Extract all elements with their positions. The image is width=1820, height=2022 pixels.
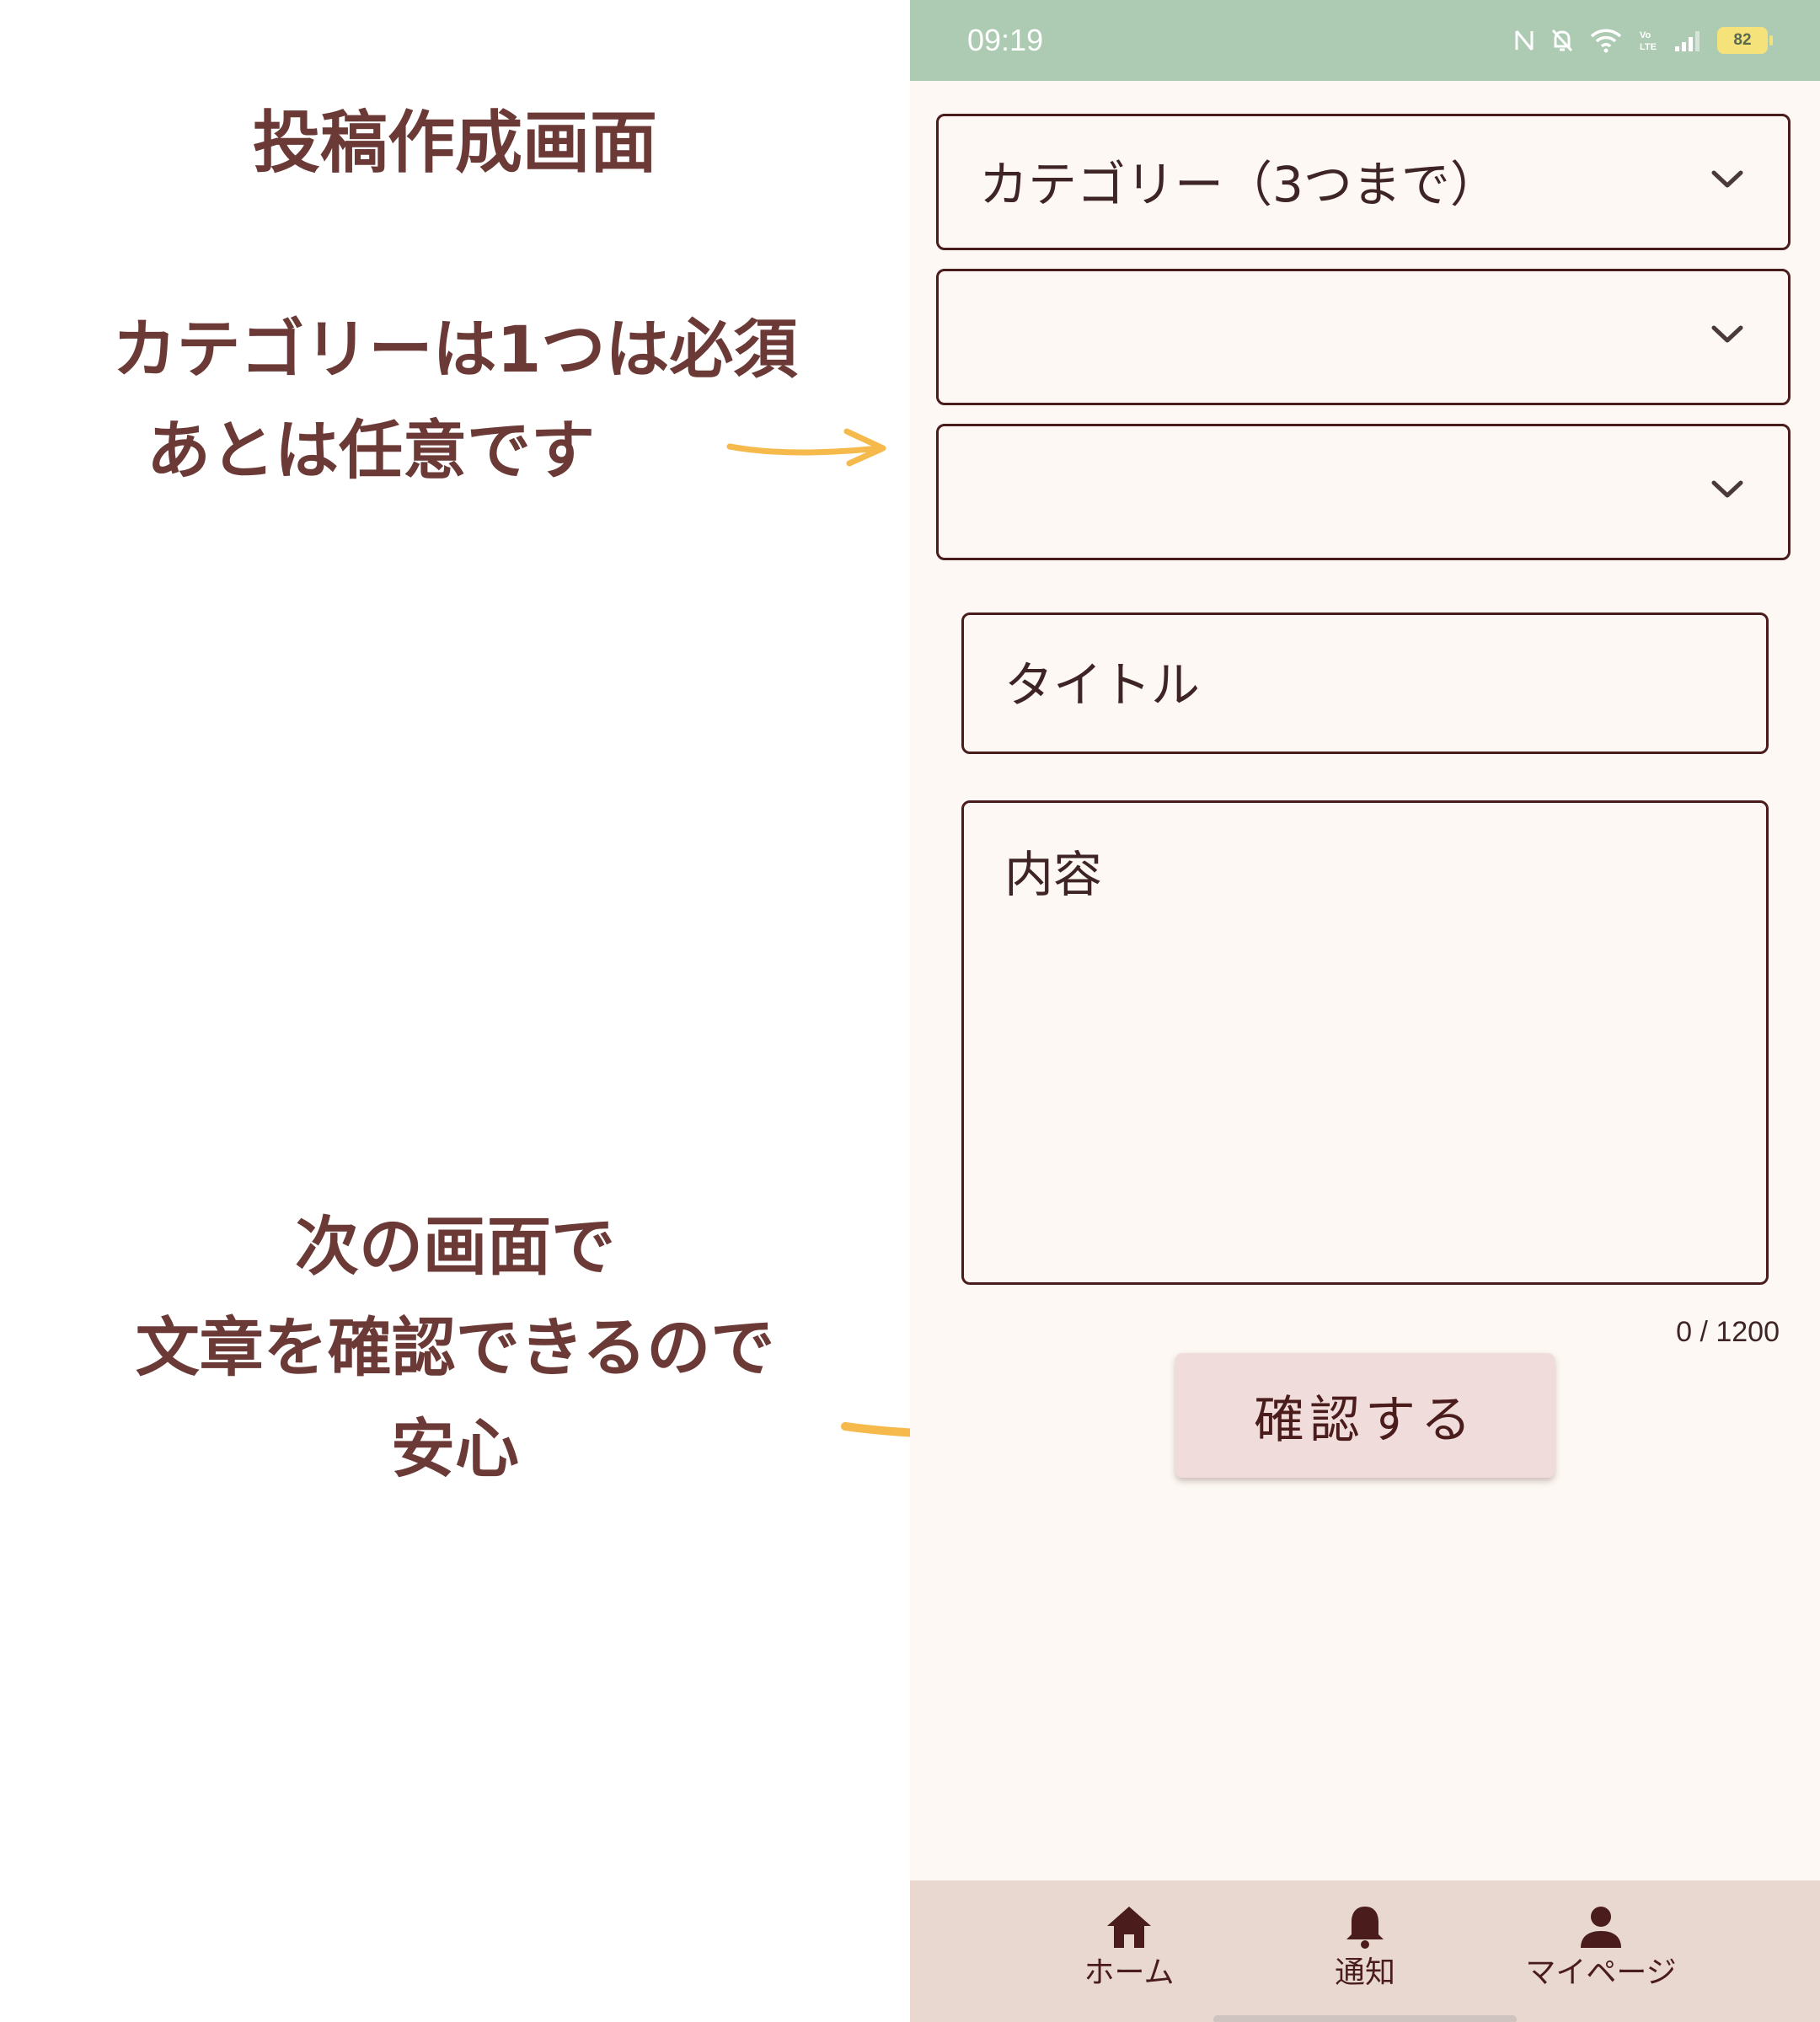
svg-text:LTE: LTE: [1640, 42, 1657, 52]
arrow-to-category-icon: [726, 428, 886, 467]
nfc-icon: [1515, 30, 1534, 51]
content-placeholder: 内容: [1004, 846, 1103, 903]
nav-item-mypage[interactable]: マイページ: [1475, 1904, 1727, 1992]
status-time: 09:19: [967, 23, 1044, 57]
category-dropdown-1[interactable]: カテゴリー（3つまで）: [936, 114, 1791, 250]
nav-item-home[interactable]: ホーム: [1003, 1904, 1255, 1992]
annotation-line: 安心: [391, 1411, 519, 1486]
bottom-navigation: ホーム 通知 マイページ: [910, 1880, 1820, 2022]
category-dropdown-label: カテゴリー（3つまで）: [979, 156, 1499, 213]
chevron-down-icon: [1711, 325, 1743, 343]
bell-off-icon: [1551, 29, 1573, 52]
category-dropdown-3[interactable]: [936, 424, 1791, 560]
nav-item-label: マイページ: [1525, 1955, 1677, 1990]
person-icon: [1581, 1907, 1621, 1948]
status-icons: Vo LTE 82: [1513, 24, 1773, 57]
battery-icon: 82: [1717, 27, 1773, 54]
annotation-confirm-note: 次の画面で 文章を確認できるので 安心: [51, 1196, 859, 1500]
annotation-line: あとは任意です: [147, 413, 595, 488]
signal-icon: [1675, 31, 1700, 51]
gesture-bar[interactable]: [1213, 2015, 1517, 2022]
bell-icon: [1346, 1907, 1384, 1949]
category-dropdown-2[interactable]: [936, 269, 1791, 405]
volte-icon: Vo LTE: [1640, 30, 1657, 52]
content-textarea[interactable]: 内容: [961, 800, 1769, 1285]
home-icon: [1107, 1907, 1151, 1948]
annotation-title: 投稿作成画面: [253, 104, 657, 182]
title-input[interactable]: タイトル: [961, 612, 1769, 754]
annotation-line: カテゴリーは1つは必須: [112, 312, 798, 387]
svg-text:Vo: Vo: [1640, 30, 1651, 40]
annotation-line: 文章を確認できるので: [135, 1310, 775, 1385]
nav-item-label: ホーム: [1084, 1955, 1175, 1990]
annotation-line: 次の画面で: [295, 1209, 615, 1284]
nav-item-notifications[interactable]: 通知: [1239, 1904, 1491, 1992]
character-counter: 0 / 1200: [1676, 1316, 1780, 1348]
nav-item-label: 通知: [1334, 1955, 1395, 1990]
chevron-down-icon: [1711, 170, 1743, 188]
status-bar: 09:19 Vo LTE 82: [910, 0, 1820, 81]
phone-screen: 09:19 Vo LTE 82 カテゴリー（3つまで） タイトル 内容 0 / …: [910, 0, 1820, 2022]
title-placeholder: タイトル: [1004, 656, 1201, 714]
wifi-icon: [1590, 29, 1622, 53]
confirm-button[interactable]: 確認する: [1175, 1353, 1555, 1478]
chevron-down-icon: [1711, 480, 1743, 498]
